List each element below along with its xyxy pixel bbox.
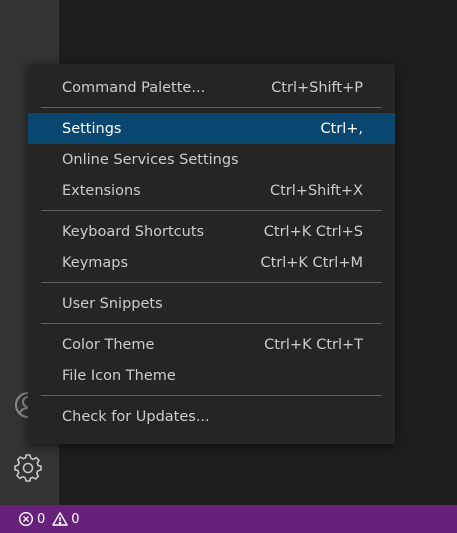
menu-item-label: Command Palette... <box>62 79 206 96</box>
menu-item-label: Check for Updates... <box>62 408 210 425</box>
menu-item-extensions[interactable]: Extensions Ctrl+Shift+X <box>28 175 395 206</box>
menu-separator <box>28 103 395 113</box>
menu-item-online-services-settings[interactable]: Online Services Settings <box>28 144 395 175</box>
menu-item-label: Online Services Settings <box>62 151 239 168</box>
menu-separator <box>28 278 395 288</box>
warning-triangle-icon <box>52 511 68 527</box>
menu-item-command-palette[interactable]: Command Palette... Ctrl+Shift+P <box>28 72 395 103</box>
error-circle-icon <box>18 511 34 527</box>
menu-item-label: Keymaps <box>62 254 129 271</box>
menu-item-label: File Icon Theme <box>62 367 176 384</box>
menu-item-keybinding: Ctrl+K Ctrl+S <box>263 223 363 240</box>
menu-item-check-for-updates[interactable]: Check for Updates... <box>28 401 395 432</box>
menu-item-user-snippets[interactable]: User Snippets <box>28 288 395 319</box>
menu-item-label: User Snippets <box>62 295 163 312</box>
menu-separator <box>28 319 395 329</box>
menu-item-keybinding: Ctrl+K Ctrl+M <box>260 254 363 271</box>
error-count: 0 <box>37 511 46 527</box>
status-bar: 0 0 <box>0 505 457 533</box>
vscode-window: Command Palette... Ctrl+Shift+P Settings Ct… <box>0 0 457 533</box>
menu-item-keybinding: Ctrl+, <box>320 120 363 137</box>
menu-item-keybinding: Ctrl+Shift+P <box>271 79 363 96</box>
menu-separator <box>28 391 395 401</box>
manage-menu: Command Palette... Ctrl+Shift+P Settings Ct… <box>28 64 395 444</box>
warning-count: 0 <box>71 511 80 527</box>
menu-item-label: Keyboard Shortcuts <box>62 223 205 240</box>
menu-item-keybinding: Ctrl+K Ctrl+T <box>264 336 363 353</box>
gear-icon[interactable] <box>12 452 44 484</box>
menu-item-label: Color Theme <box>62 336 155 353</box>
problems-status[interactable]: 0 0 <box>18 511 80 527</box>
menu-item-label: Settings <box>62 120 122 137</box>
menu-separator <box>28 206 395 216</box>
menu-item-keyboard-shortcuts[interactable]: Keyboard Shortcuts Ctrl+K Ctrl+S <box>28 216 395 247</box>
menu-item-color-theme[interactable]: Color Theme Ctrl+K Ctrl+T <box>28 329 395 360</box>
menu-item-label: Extensions <box>62 182 141 199</box>
menu-item-settings[interactable]: Settings Ctrl+, <box>28 113 395 144</box>
menu-item-keymaps[interactable]: Keymaps Ctrl+K Ctrl+M <box>28 247 395 278</box>
menu-item-keybinding: Ctrl+Shift+X <box>270 182 363 199</box>
menu-item-file-icon-theme[interactable]: File Icon Theme <box>28 360 395 391</box>
